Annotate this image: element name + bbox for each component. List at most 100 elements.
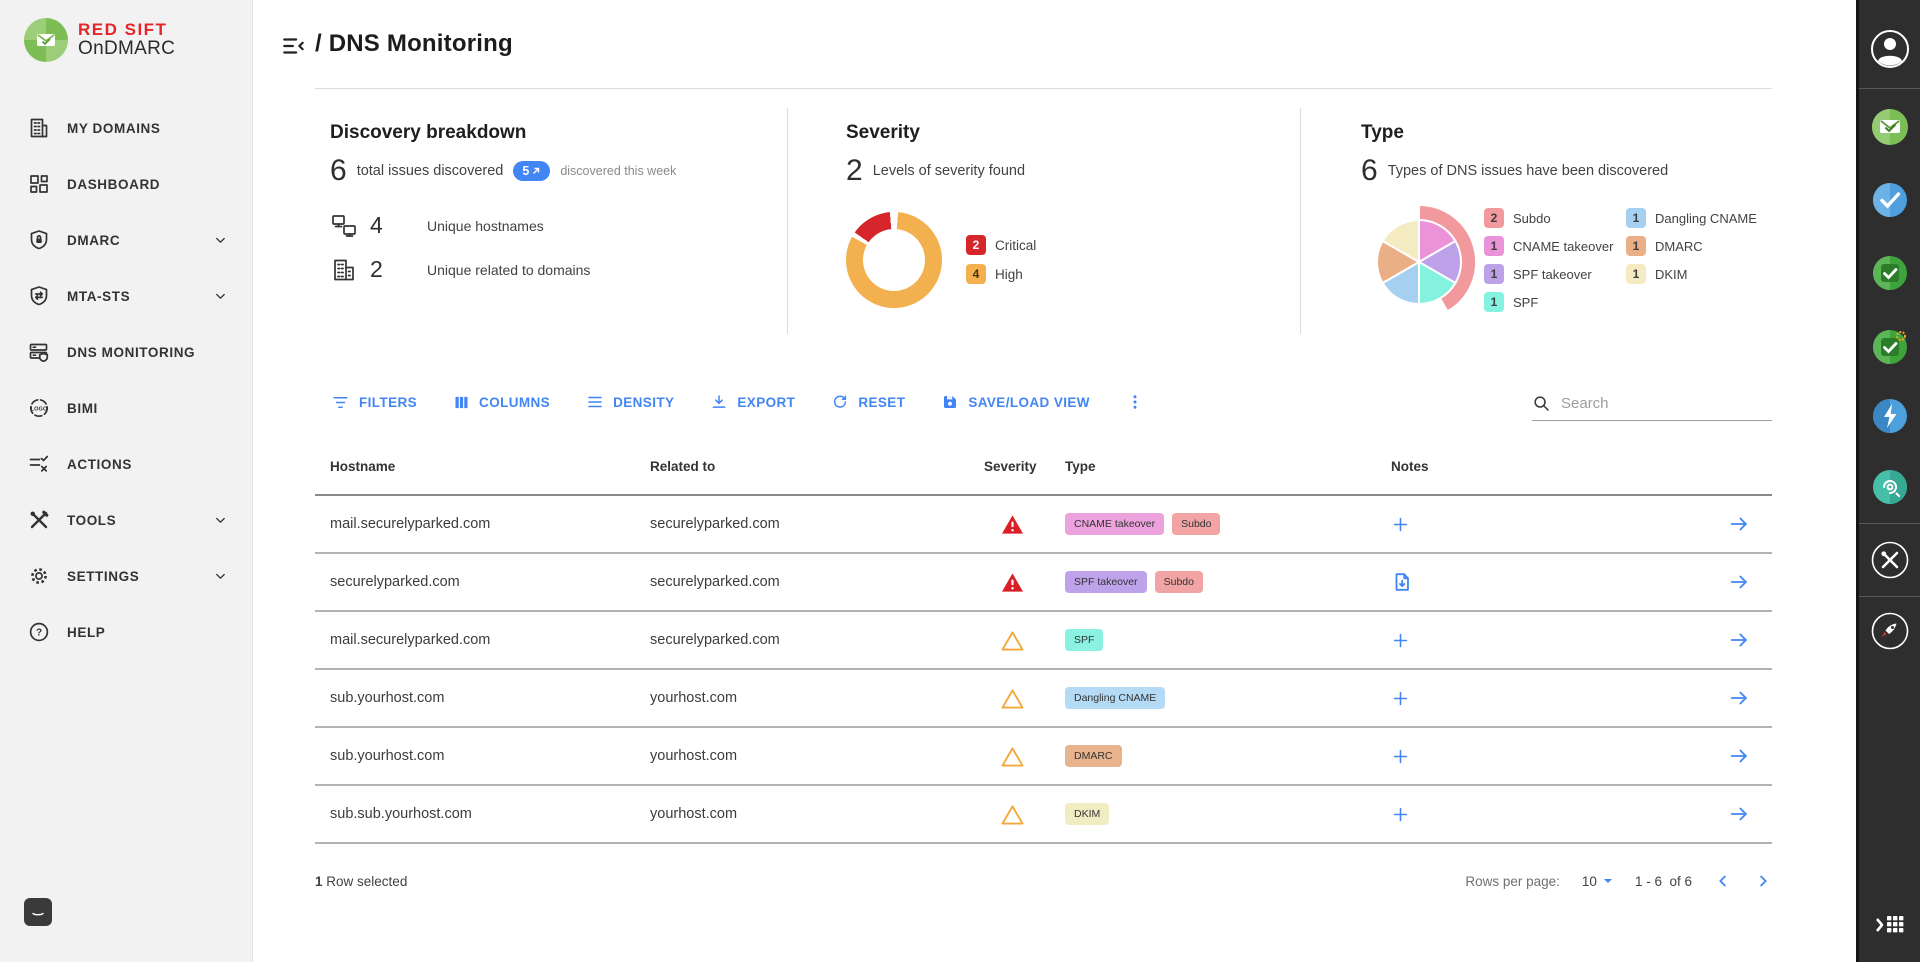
collapse-sidebar-icon[interactable] bbox=[281, 33, 307, 64]
tools-icon bbox=[26, 507, 52, 533]
open-row-arrow-icon[interactable] bbox=[1728, 745, 1750, 767]
columns-icon bbox=[453, 394, 470, 411]
chevron-down-icon bbox=[213, 289, 228, 304]
rightbar-divider bbox=[1859, 523, 1920, 524]
severity-high-icon bbox=[970, 746, 1055, 767]
open-row-arrow-icon[interactable] bbox=[1728, 513, 1750, 535]
table-row[interactable]: securelyparked.com securelyparked.com SP… bbox=[315, 554, 1772, 612]
save-load-view-button[interactable]: SAVE/LOAD VIEW bbox=[941, 393, 1090, 411]
card-title: Severity bbox=[846, 122, 920, 144]
sidebar-item-label: MTA-STS bbox=[67, 289, 130, 304]
density-icon bbox=[586, 393, 604, 411]
type-count-label: Types of DNS issues have been discovered bbox=[1388, 163, 1668, 179]
column-header-related-to: Related to bbox=[650, 459, 970, 474]
open-row-arrow-icon[interactable] bbox=[1728, 629, 1750, 651]
legend-label: DKIM bbox=[1655, 267, 1688, 282]
type-badge: Dangling CNAME bbox=[1065, 687, 1165, 709]
type-cell: CNAME takeoverSubdo bbox=[1055, 513, 1385, 535]
previous-page-icon[interactable] bbox=[1714, 872, 1732, 890]
add-note-icon[interactable] bbox=[1391, 515, 1410, 534]
app-bolt-blue-icon[interactable] bbox=[1872, 398, 1908, 434]
open-row-arrow-icon[interactable] bbox=[1728, 687, 1750, 709]
sidebar-item-dashboard[interactable]: DASHBOARD bbox=[0, 156, 252, 212]
add-note-icon[interactable] bbox=[1391, 805, 1410, 824]
search-input[interactable] bbox=[1561, 395, 1751, 412]
table-row[interactable]: sub.yourhost.com yourhost.com Dangling C… bbox=[315, 670, 1772, 728]
chat-bubble-icon[interactable] bbox=[24, 898, 52, 926]
open-row-arrow-icon[interactable] bbox=[1728, 571, 1750, 593]
export-button[interactable]: EXPORT bbox=[710, 393, 795, 411]
severity-legend: 2 Critical 4 High bbox=[966, 235, 1036, 284]
sidebar-item-label: BIMI bbox=[67, 401, 98, 416]
week-badge: 5 bbox=[513, 161, 550, 181]
search-box bbox=[1532, 387, 1772, 421]
columns-button[interactable]: COLUMNS bbox=[453, 394, 550, 411]
app-check-blue-icon[interactable] bbox=[1872, 182, 1908, 218]
week-label: discovered this week bbox=[560, 164, 676, 178]
reset-button[interactable]: RESET bbox=[831, 393, 905, 411]
account-icon[interactable] bbox=[1870, 29, 1910, 69]
sidebar-item-label: TOOLS bbox=[67, 513, 116, 528]
sidebar-item-help[interactable]: ? HELP bbox=[0, 604, 252, 660]
hostname-cell: securelyparked.com bbox=[315, 574, 650, 590]
toolbar-button-label: FILTERS bbox=[359, 395, 417, 410]
chevron-down-icon bbox=[213, 513, 228, 528]
sidebar-item-my-domains[interactable]: MY DOMAINS bbox=[0, 100, 252, 156]
legend-swatch: 1 bbox=[1626, 264, 1646, 284]
severity-legend-item: 2 Critical bbox=[966, 235, 1036, 255]
open-note-icon[interactable] bbox=[1391, 571, 1413, 593]
help-icon: ? bbox=[26, 619, 52, 645]
sidebar-item-dns-monitoring[interactable]: DNS MONITORING bbox=[0, 324, 252, 380]
type-legend-item: 1 SPF takeover bbox=[1484, 264, 1613, 284]
reset-icon bbox=[831, 393, 849, 411]
my-domains-icon bbox=[26, 115, 52, 141]
table-row[interactable]: mail.securelyparked.com securelyparked.c… bbox=[315, 612, 1772, 670]
severity-legend-item: 4 High bbox=[966, 264, 1036, 284]
column-header-hostname: Hostname bbox=[315, 459, 650, 474]
filters-button[interactable]: FILTERS bbox=[331, 393, 417, 412]
stat-label: Unique related to domains bbox=[427, 262, 590, 278]
add-note-icon[interactable] bbox=[1391, 631, 1410, 650]
more-button[interactable] bbox=[1126, 393, 1144, 411]
tools-app-icon[interactable] bbox=[1871, 541, 1909, 579]
density-button[interactable]: DENSITY bbox=[586, 393, 674, 411]
bimi-icon: LOGO bbox=[26, 395, 52, 421]
legend-swatch: 1 bbox=[1484, 236, 1504, 256]
add-note-icon[interactable] bbox=[1391, 747, 1410, 766]
rightbar-divider bbox=[1859, 88, 1920, 89]
sidebar-item-mta-sts[interactable]: MTA-STS bbox=[0, 268, 252, 324]
table-row[interactable]: sub.yourhost.com yourhost.com DMARC bbox=[315, 728, 1772, 786]
hostname-cell: sub.yourhost.com bbox=[315, 748, 650, 764]
sidebar-item-label: DMARC bbox=[67, 233, 120, 248]
rocket-app-icon[interactable] bbox=[1871, 612, 1909, 650]
table-row[interactable]: mail.securelyparked.com securelyparked.c… bbox=[315, 496, 1772, 554]
sidebar-item-bimi[interactable]: LOGO BIMI bbox=[0, 380, 252, 436]
ondmarc-app-icon[interactable] bbox=[1871, 108, 1909, 146]
app-check-green-icon[interactable] bbox=[1872, 255, 1908, 291]
table-row[interactable]: sub.sub.yourhost.com yourhost.com DKIM bbox=[315, 786, 1772, 844]
severity-high-icon bbox=[970, 804, 1055, 825]
next-page-icon[interactable] bbox=[1754, 872, 1772, 890]
type-legend-item: 1 DMARC bbox=[1626, 236, 1757, 256]
related-to-cell: yourhost.com bbox=[650, 690, 970, 706]
sidebar-item-label: SETTINGS bbox=[67, 569, 139, 584]
table-footer: 1 Row selected Rows per page: 10 1 - 6 o… bbox=[315, 866, 1772, 896]
sidebar-item-tools[interactable]: TOOLS bbox=[0, 492, 252, 548]
type-badge: CNAME takeover bbox=[1065, 513, 1164, 535]
search-icon bbox=[1532, 394, 1551, 413]
apps-grid-icon[interactable] bbox=[1875, 912, 1905, 938]
legend-swatch: 1 bbox=[1484, 264, 1504, 284]
app-check-green-gear-icon[interactable] bbox=[1872, 329, 1908, 365]
sidebar-item-settings[interactable]: SETTINGS bbox=[0, 548, 252, 604]
add-note-icon[interactable] bbox=[1391, 689, 1410, 708]
type-cell: SPF bbox=[1055, 629, 1385, 651]
rows-per-page-select[interactable]: 10 bbox=[1582, 874, 1613, 889]
sidebar-item-actions[interactable]: ACTIONS bbox=[0, 436, 252, 492]
related-to-cell: securelyparked.com bbox=[650, 574, 970, 590]
legend-label: Dangling CNAME bbox=[1655, 211, 1757, 226]
open-row-arrow-icon[interactable] bbox=[1728, 803, 1750, 825]
app-radar-teal-icon[interactable] bbox=[1872, 469, 1908, 505]
related-to-cell: securelyparked.com bbox=[650, 516, 970, 532]
total-issues-count: 6 bbox=[330, 154, 347, 188]
sidebar-item-dmarc[interactable]: DMARC bbox=[0, 212, 252, 268]
